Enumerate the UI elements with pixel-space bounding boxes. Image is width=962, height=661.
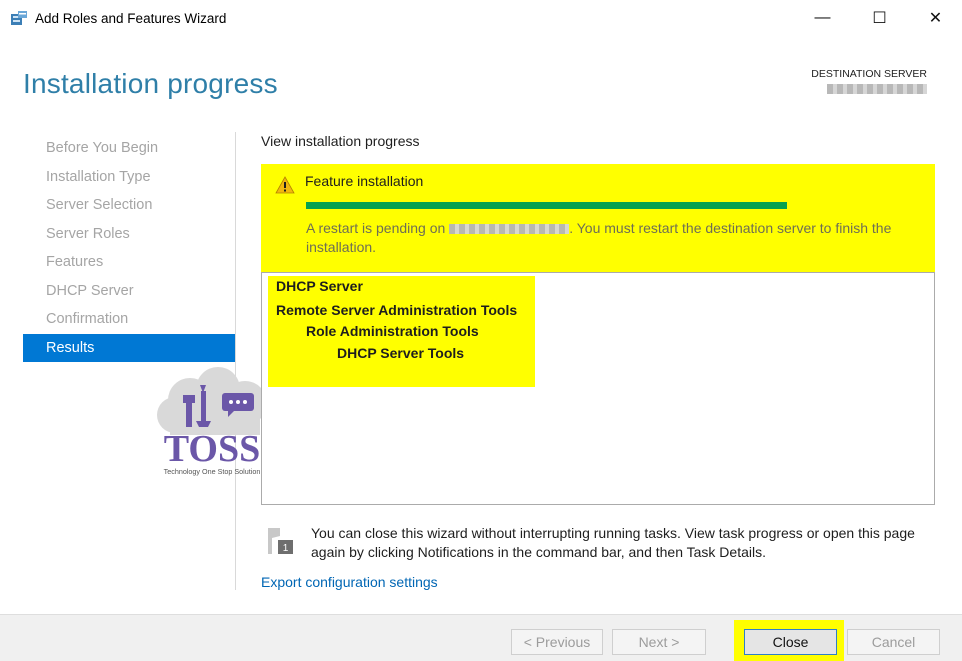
result-item: DHCP Server Tools bbox=[337, 345, 465, 361]
nav-divider bbox=[235, 132, 236, 590]
maximize-icon: ☐ bbox=[872, 10, 887, 27]
restart-message-prefix: A restart is pending on bbox=[306, 220, 450, 236]
logo-tagline: Technology One Stop Solution bbox=[164, 467, 261, 476]
title-bar: Add Roles and Features Wizard — ☐ ✕ bbox=[0, 0, 962, 36]
destination-server-label: DESTINATION SERVER bbox=[811, 68, 927, 80]
next-button[interactable]: Next > bbox=[612, 629, 706, 655]
close-button[interactable]: Close bbox=[744, 629, 837, 655]
window-title: Add Roles and Features Wizard bbox=[35, 11, 227, 26]
progress-bar-fill bbox=[306, 202, 787, 209]
wizard-footer: < Previous Next > Close Cancel bbox=[0, 614, 962, 661]
restart-pending-message: A restart is pending on . You must resta… bbox=[306, 219, 924, 257]
nav-item-features[interactable]: Features bbox=[23, 248, 235, 277]
server-manager-icon bbox=[11, 11, 27, 25]
result-item: Remote Server Administration Tools bbox=[276, 302, 518, 318]
maximize-button[interactable]: ☐ bbox=[851, 0, 908, 36]
close-wizard-info: You can close this wizard without interr… bbox=[311, 525, 915, 560]
toss-logo: TOSS Technology One Stop Solution bbox=[157, 367, 267, 476]
previous-button[interactable]: < Previous bbox=[511, 629, 603, 655]
nav-item-server-selection[interactable]: Server Selection bbox=[23, 191, 235, 220]
nav-item-installation-type[interactable]: Installation Type bbox=[23, 163, 235, 192]
close-window-button[interactable]: ✕ bbox=[907, 0, 962, 36]
installation-progress-bar bbox=[306, 202, 787, 209]
nav-item-confirmation[interactable]: Confirmation bbox=[23, 305, 235, 334]
feature-installation-title: Feature installation bbox=[305, 173, 424, 189]
installation-results-list[interactable]: DHCP Server Remote Server Administration … bbox=[261, 272, 935, 505]
destination-server-name-redacted bbox=[827, 84, 927, 94]
warning-icon bbox=[275, 176, 295, 194]
feature-installation-panel: Feature installation A restart is pendin… bbox=[261, 164, 935, 272]
server-name-redacted bbox=[449, 224, 570, 235]
close-icon: ✕ bbox=[928, 10, 943, 27]
minimize-icon: — bbox=[814, 9, 831, 26]
minimize-button[interactable]: — bbox=[794, 0, 851, 36]
result-item: DHCP Server bbox=[276, 278, 363, 294]
nav-item-results[interactable]: Results bbox=[23, 333, 235, 362]
logo-wordmark: TOSS bbox=[164, 428, 260, 470]
result-item: Role Administration Tools bbox=[306, 323, 479, 339]
cancel-button[interactable]: Cancel bbox=[847, 629, 940, 655]
page-title: Installation progress bbox=[23, 68, 278, 99]
nav-item-server-roles[interactable]: Server Roles bbox=[23, 220, 235, 249]
wizard-steps-nav: Before You Begin Installation Type Server … bbox=[23, 134, 235, 362]
nav-item-dhcp-server[interactable]: DHCP Server bbox=[23, 277, 235, 306]
nav-item-before-you-begin[interactable]: Before You Begin bbox=[23, 134, 235, 163]
export-configuration-link[interactable]: Export configuration settings bbox=[261, 574, 438, 590]
notification-badge: 1 bbox=[283, 543, 289, 554]
notification-flag-icon: 1 bbox=[268, 528, 293, 554]
section-label: View installation progress bbox=[261, 133, 420, 149]
